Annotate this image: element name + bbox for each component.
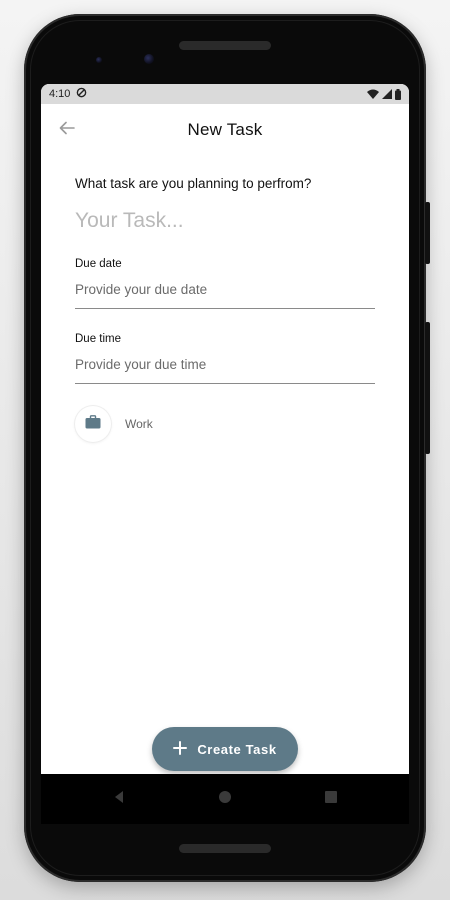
power-button	[425, 202, 430, 264]
sensor	[96, 57, 102, 63]
arrow-left-icon	[58, 119, 76, 142]
nav-home-button[interactable]	[215, 789, 235, 809]
phone-frame: 4:10 New Task What task are you planning…	[24, 14, 430, 882]
volume-button	[425, 322, 430, 454]
status-time: 4:10	[49, 88, 71, 100]
circle-home-icon	[218, 790, 232, 809]
category-icon-button[interactable]	[75, 406, 111, 442]
app-header: New Task	[41, 104, 409, 156]
category-chip-work[interactable]: Work	[75, 406, 375, 442]
battery-icon	[395, 88, 401, 100]
signal-icon	[382, 89, 392, 99]
nav-back-button[interactable]	[109, 789, 129, 809]
front-camera	[144, 54, 154, 64]
app-screen: 4:10 New Task What task are you planning…	[41, 84, 409, 774]
briefcase-icon	[85, 414, 101, 434]
due-time-label: Due time	[75, 333, 122, 345]
due-time-field[interactable]	[75, 345, 375, 384]
square-recents-icon	[324, 790, 338, 809]
task-name-input[interactable]	[75, 209, 375, 233]
system-nav-bar	[41, 774, 409, 824]
triangle-back-icon	[112, 790, 126, 809]
status-bar: 4:10	[41, 84, 409, 104]
create-task-label: Create Task	[197, 741, 277, 757]
task-question: What task are you planning to perfrom?	[75, 176, 312, 191]
plus-icon	[173, 740, 188, 758]
top-speaker	[179, 41, 271, 50]
due-date-field[interactable]	[75, 270, 375, 309]
due-date-label: Due date	[75, 258, 122, 270]
nav-recents-button[interactable]	[321, 789, 341, 809]
data-saver-icon	[76, 87, 87, 101]
wifi-icon	[367, 89, 379, 99]
create-task-button[interactable]: Create Task	[152, 727, 298, 771]
back-button[interactable]	[55, 118, 79, 142]
category-label: Work	[125, 417, 153, 431]
page-title: New Task	[187, 120, 263, 139]
bottom-speaker	[179, 844, 271, 853]
task-form: What task are you planning to perfrom? D…	[41, 176, 409, 442]
